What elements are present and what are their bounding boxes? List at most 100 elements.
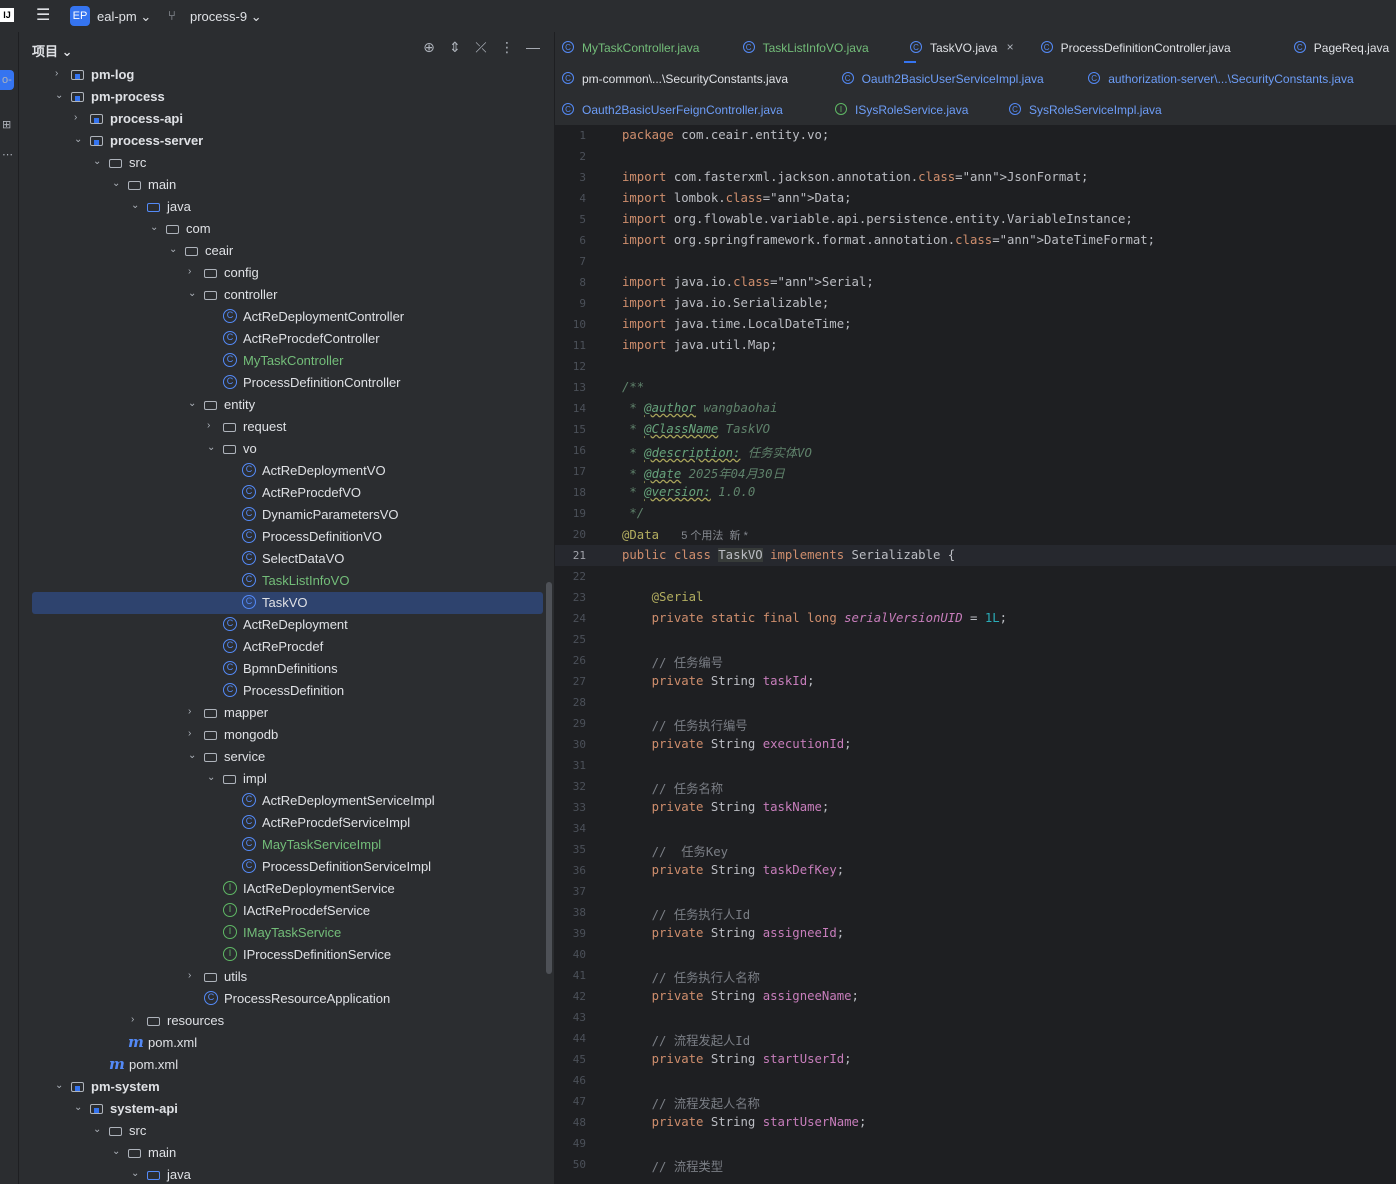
expand-all-icon[interactable]: ⇕ <box>447 39 463 56</box>
main-menu-icon[interactable]: ☰ <box>36 8 52 24</box>
options-icon[interactable]: ⋮ <box>499 39 515 56</box>
code-line[interactable]: 31 <box>555 755 1396 776</box>
code-line[interactable]: 11 import java.util.Map; <box>555 335 1396 356</box>
tree-item[interactable]: C ActReProcdefController <box>19 328 554 350</box>
code-line[interactable]: 49 <box>555 1133 1396 1154</box>
chevron-right-icon[interactable]: › <box>188 970 198 981</box>
code-line[interactable]: 4 import lombok.class="ann">Data; <box>555 188 1396 209</box>
code-line[interactable]: 36 private String taskDefKey; <box>555 860 1396 881</box>
tree-item[interactable]: ⌄ system-api <box>19 1098 554 1120</box>
code-line[interactable]: 6 import org.springframework.format.annot… <box>555 230 1396 251</box>
code-line[interactable]: 23 @Serial <box>555 587 1396 608</box>
code-line[interactable]: 14 * @author wangbaohai <box>555 398 1396 419</box>
project-selector[interactable]: eal-pm ⌄ <box>97 9 151 25</box>
code-line[interactable]: 8 import java.io.class="ann">Serial; <box>555 272 1396 293</box>
tree-item[interactable]: ⌄ src <box>19 152 554 174</box>
chevron-down-icon[interactable]: ⌄ <box>131 1168 141 1179</box>
tree-item[interactable]: C DynamicParametersVO <box>19 504 554 526</box>
code-line[interactable]: 25 <box>555 629 1396 650</box>
code-line[interactable]: 46 <box>555 1070 1396 1091</box>
tree-item[interactable]: › process-api <box>19 108 554 130</box>
tree-item[interactable]: ⌄ ceair <box>19 240 554 262</box>
tree-item[interactable]: ⌄ service <box>19 746 554 768</box>
code-line[interactable]: 7 <box>555 251 1396 272</box>
tree-item[interactable]: I IMayTaskService <box>19 922 554 944</box>
chevron-down-icon[interactable]: ⌄ <box>55 90 65 101</box>
tree-item[interactable]: C BpmnDefinitions <box>19 658 554 680</box>
tree-item[interactable]: C ActReDeploymentServiceImpl <box>19 790 554 812</box>
code-line[interactable]: 30 private String executionId; <box>555 734 1396 755</box>
code-line[interactable]: 42 private String assigneeName; <box>555 986 1396 1007</box>
chevron-right-icon[interactable]: › <box>188 706 198 717</box>
chevron-down-icon[interactable]: ⌄ <box>112 178 122 189</box>
tree-item[interactable]: C MyTaskController <box>19 350 554 372</box>
chevron-right-icon[interactable]: › <box>188 266 198 277</box>
tree-item[interactable]: ⌄ controller <box>19 284 554 306</box>
code-line[interactable]: 29 // 任务执行编号 <box>555 713 1396 734</box>
tree-item[interactable]: I IProcessDefinitionService <box>19 944 554 966</box>
code-line[interactable]: 10 import java.time.LocalDateTime; <box>555 314 1396 335</box>
code-line[interactable]: 18 * @version: 1.0.0 <box>555 482 1396 503</box>
tree-scrollbar[interactable] <box>546 582 552 974</box>
tree-item[interactable]: C ProcessDefinition <box>19 680 554 702</box>
tree-item[interactable]: ⌄ com <box>19 218 554 240</box>
code-line[interactable]: 32 // 任务名称 <box>555 776 1396 797</box>
tree-item[interactable]: C ProcessDefinitionVO <box>19 526 554 548</box>
chevron-down-icon[interactable]: ⌄ <box>112 1146 122 1157</box>
code-line[interactable]: 50 // 流程类型 <box>555 1154 1396 1175</box>
code-line[interactable]: 22 <box>555 566 1396 587</box>
code-line[interactable]: 2 <box>555 146 1396 167</box>
tree-item[interactable]: C ProcessResourceApplication <box>19 988 554 1010</box>
code-line[interactable]: 9 import java.io.Serializable; <box>555 293 1396 314</box>
chevron-down-icon[interactable]: ⌄ <box>207 442 217 453</box>
chevron-down-icon[interactable]: ⌄ <box>93 1124 103 1135</box>
chevron-right-icon[interactable]: › <box>55 68 65 79</box>
tree-item[interactable]: C ActReProcdef <box>19 636 554 658</box>
chevron-down-icon[interactable]: ⌄ <box>207 772 217 783</box>
code-line[interactable]: 3 import com.fasterxml.jackson.annotation… <box>555 167 1396 188</box>
tree-item[interactable]: › utils <box>19 966 554 988</box>
code-line[interactable]: 28 <box>555 692 1396 713</box>
code-line[interactable]: 47 // 流程发起人名称 <box>555 1091 1396 1112</box>
tree-item[interactable]: ⌄ impl <box>19 768 554 790</box>
tree-item[interactable]: › resources <box>19 1010 554 1032</box>
code-line[interactable]: 27 private String taskId; <box>555 671 1396 692</box>
hide-panel-icon[interactable]: — <box>525 39 541 55</box>
chevron-down-icon[interactable]: ⌄ <box>188 398 198 409</box>
project-panel-title[interactable]: 项目 ⌄ <box>32 41 73 60</box>
tree-item[interactable]: ⌄ main <box>19 1142 554 1164</box>
tree-item[interactable]: › pm-log <box>19 64 554 86</box>
code-line[interactable]: 35 // 任务Key <box>555 839 1396 860</box>
structure-tool-icon[interactable]: ⊞ <box>2 118 11 131</box>
branch-selector[interactable]: process-9 ⌄ <box>190 9 262 25</box>
code-line[interactable]: 19 */ <box>555 503 1396 524</box>
code-line[interactable]: 12 <box>555 356 1396 377</box>
code-line[interactable]: 39 private String assigneeId; <box>555 923 1396 944</box>
code-line[interactable]: 15 * @ClassName TaskVO <box>555 419 1396 440</box>
code-line[interactable]: 5 import org.flowable.variable.api.persis… <box>555 209 1396 230</box>
tree-item[interactable]: ⌄ entity <box>19 394 554 416</box>
code-line[interactable]: 38 // 任务执行人Id <box>555 902 1396 923</box>
tree-item[interactable]: C ActReDeployment <box>19 614 554 636</box>
chevron-down-icon[interactable]: ⌄ <box>150 222 160 233</box>
tree-item[interactable]: ⌄ java <box>19 196 554 218</box>
code-line[interactable]: 41 // 任务执行人名称 <box>555 965 1396 986</box>
tree-item[interactable]: C SelectDataVO <box>19 548 554 570</box>
code-line[interactable]: 24 private static final long serialVersi… <box>555 608 1396 629</box>
tree-item[interactable]: › mongodb <box>19 724 554 746</box>
tree-item[interactable]: C MayTaskServiceImpl <box>19 834 554 856</box>
tree-item[interactable]: ⌄ process-server <box>19 130 554 152</box>
chevron-down-icon[interactable]: ⌄ <box>74 134 84 145</box>
code-line[interactable]: 26 // 任务编号 <box>555 650 1396 671</box>
tree-item[interactable]: m pom.xml <box>19 1032 554 1054</box>
tree-item[interactable]: I IActReDeploymentService <box>19 878 554 900</box>
tree-item[interactable]: › config <box>19 262 554 284</box>
code-line[interactable]: 21 public class TaskVO implements Seriali… <box>555 545 1396 566</box>
tree-item[interactable]: I IActReProcdefService <box>19 900 554 922</box>
code-line[interactable]: 16 * @description: 任务实体VO <box>555 440 1396 461</box>
chevron-down-icon[interactable]: ⌄ <box>55 1080 65 1091</box>
chevron-right-icon[interactable]: › <box>188 728 198 739</box>
chevron-down-icon[interactable]: ⌄ <box>74 1102 84 1113</box>
tree-item[interactable]: ⌄ vo <box>19 438 554 460</box>
tree-item[interactable]: C ProcessDefinitionServiceImpl <box>19 856 554 878</box>
